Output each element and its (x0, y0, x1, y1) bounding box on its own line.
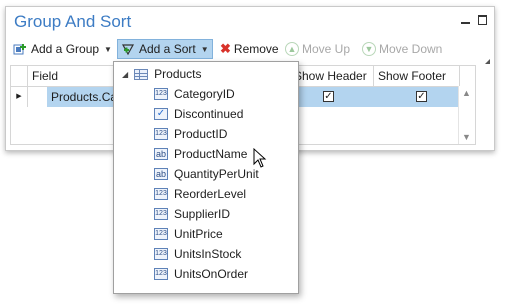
row-indicator-icon: ▶ (11, 87, 28, 107)
move-down-label: Move Down (379, 42, 443, 56)
field-item-label: SupplierID (174, 207, 231, 221)
field-item-label: UnitsInStock (174, 247, 242, 261)
field-item-label: ReorderLevel (174, 187, 247, 201)
field-item-productid[interactable]: 123 ProductID (154, 126, 227, 142)
field-item-label: ProductID (174, 127, 228, 141)
field-item-reorderlevel[interactable]: 123 ReorderLevel (154, 186, 246, 202)
vertical-scrollbar[interactable]: ▲ ▼ (458, 86, 475, 144)
remove-label: Remove (233, 42, 279, 56)
field-item-quantityperunit[interactable]: ab QuantityPerUnit (154, 166, 259, 182)
move-down-icon: ▼ (362, 42, 376, 56)
field-item-unitsonorder[interactable]: 123 UnitsOnOrder (154, 266, 248, 282)
field-item-productname[interactable]: ab ProductName (154, 146, 247, 162)
move-up-button[interactable]: ▲ Move Up (282, 39, 353, 59)
field-item-categoryid[interactable]: 123 CategoryID (154, 86, 235, 102)
move-up-icon: ▲ (285, 42, 299, 56)
remove-icon: ✖ (220, 41, 231, 56)
field-item-label: UnitsOnOrder (174, 267, 249, 281)
maximize-icon[interactable] (478, 15, 487, 25)
tree-node-products[interactable]: ◢ Products (122, 66, 202, 82)
mouse-pointer-icon (253, 148, 267, 168)
boolean-field-icon: ✓ (154, 108, 168, 120)
field-item-unitprice[interactable]: 123 UnitPrice (154, 226, 223, 242)
window-buttons (461, 15, 487, 25)
table-icon (134, 68, 149, 80)
panel-title: Group And Sort (14, 12, 132, 31)
resize-grip-icon[interactable] (485, 59, 490, 64)
scroll-down-icon[interactable]: ▼ (462, 132, 471, 142)
scroll-up-icon[interactable]: ▲ (462, 88, 471, 98)
number-field-icon: 123 (154, 128, 168, 140)
field-cell[interactable]: Products.Cat (51, 87, 120, 107)
add-group-icon (13, 43, 26, 54)
text-field-icon: ab (154, 148, 168, 160)
number-field-icon: 123 (154, 268, 168, 280)
remove-button[interactable]: ✖ Remove (217, 39, 282, 59)
field-item-label: CategoryID (174, 87, 235, 101)
field-list-dropdown: ◢ Products 123 CategoryID ✓ Discontinued… (113, 61, 299, 294)
number-field-icon: 123 (154, 88, 168, 100)
collapse-arrow-icon[interactable]: ◢ (122, 70, 128, 79)
dropdown-arrow-icon[interactable]: ▼ (104, 45, 112, 54)
dropdown-arrow-icon[interactable]: ▼ (201, 45, 209, 54)
field-item-unitsinstock[interactable]: 123 UnitsInStock (154, 246, 241, 262)
field-item-label: ProductName (174, 147, 248, 161)
row-indicator-header (11, 66, 28, 86)
tree-node-label: Products (154, 67, 202, 81)
field-item-label: Discontinued (174, 107, 244, 121)
field-item-label: QuantityPerUnit (174, 167, 259, 181)
number-field-icon: 123 (154, 228, 168, 240)
field-item-supplierid[interactable]: 123 SupplierID (154, 206, 230, 222)
field-item-label: UnitPrice (174, 227, 223, 241)
number-field-icon: 123 (154, 188, 168, 200)
number-field-icon: 123 (154, 248, 168, 260)
show-header-checkbox[interactable]: ✓ (323, 91, 334, 102)
number-field-icon: 123 (154, 208, 168, 220)
add-sort-label: Add a Sort (139, 42, 196, 56)
add-group-label: Add a Group (31, 42, 100, 56)
add-group-button[interactable]: Add a Group ▼ (10, 39, 115, 59)
show-footer-checkbox[interactable]: ✓ (416, 91, 427, 102)
add-sort-icon (121, 43, 135, 55)
add-sort-button[interactable]: Add a Sort ▼ (117, 39, 213, 59)
toolbar: Add a Group ▼ Add a Sort ▼ ✖ Remove ▲ Mo… (10, 39, 490, 59)
move-down-button[interactable]: ▼ Move Down (359, 39, 445, 59)
column-header-show-footer[interactable]: Show Footer (374, 66, 460, 86)
minimize-icon[interactable] (461, 15, 470, 24)
text-field-icon: ab (154, 168, 168, 180)
field-item-discontinued[interactable]: ✓ Discontinued (154, 106, 243, 122)
move-up-label: Move Up (302, 42, 351, 56)
